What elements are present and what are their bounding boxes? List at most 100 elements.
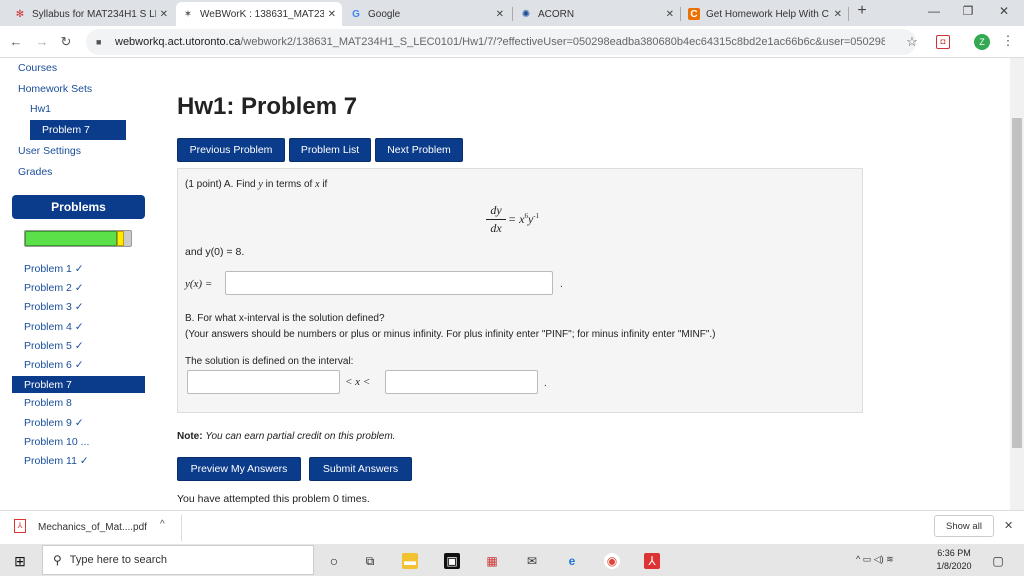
- sidebar-problem-link[interactable]: Problem 3 ✓: [24, 301, 84, 313]
- download-bar: ⅄ Mechanics_of_Mat....pdf ^ Show all ✕: [0, 510, 1024, 544]
- period: .: [560, 279, 563, 290]
- sidebar-problem-link[interactable]: Problem 8: [24, 397, 72, 409]
- sidebar-problem-link[interactable]: Problem 11 ✓: [24, 455, 89, 467]
- tray-icons[interactable]: ^ ▭ ◁) ≋: [856, 554, 894, 565]
- pdf-icon: ⅄: [14, 519, 26, 533]
- vertical-scrollbar[interactable]: [1010, 58, 1024, 510]
- chegg-icon: C: [688, 8, 700, 20]
- file-explorer-icon[interactable]: ▬: [402, 553, 418, 569]
- close-window-icon[interactable]: ✕: [994, 4, 1014, 18]
- sidebar-problem-link[interactable]: Problem 5 ✓: [24, 340, 84, 352]
- progress-bar: [24, 230, 132, 247]
- sidebar-item-grades[interactable]: Grades: [18, 166, 52, 178]
- chrome-icon[interactable]: ◉: [604, 553, 620, 569]
- download-filename[interactable]: Mechanics_of_Mat....pdf: [38, 522, 147, 533]
- extension-icon[interactable]: ◘: [936, 35, 950, 49]
- minimize-icon[interactable]: —: [924, 4, 944, 18]
- windows-start-icon[interactable]: ⊞: [12, 553, 28, 569]
- sidebar-item-problem7[interactable]: Problem 7: [30, 120, 126, 140]
- forward-icon[interactable]: →: [34, 34, 50, 49]
- mail-icon[interactable]: ✉: [524, 553, 540, 569]
- close-download-bar-icon[interactable]: ✕: [1004, 519, 1013, 532]
- google-icon: G: [352, 8, 360, 20]
- url-path: /webwork2/138631_MAT234H1_S_LEC0101/Hw1/…: [240, 36, 885, 48]
- previous-problem-button[interactable]: Previous Problem: [177, 138, 285, 162]
- answer-label: y(x) =: [185, 278, 213, 290]
- sidebar-problem-link[interactable]: Problem 1 ✓: [24, 263, 84, 275]
- progress-correct: [25, 231, 118, 246]
- back-icon[interactable]: ←: [8, 34, 24, 49]
- close-icon[interactable]: ✕: [324, 9, 336, 20]
- reload-icon[interactable]: ↻: [58, 34, 74, 50]
- tab-chegg[interactable]: C Get Homework Help With C ✕: [682, 2, 848, 26]
- tab-google[interactable]: G Google ✕: [344, 2, 510, 26]
- page-title: Hw1: Problem 7: [177, 93, 358, 120]
- close-icon[interactable]: ✕: [830, 9, 842, 20]
- app-icon[interactable]: ▦: [484, 553, 500, 569]
- sidebar-item-courses[interactable]: Courses: [18, 62, 57, 74]
- address-bar[interactable]: ■ webworkq.act.utoronto.ca/webwork2/1386…: [86, 29, 916, 55]
- scrollbar-thumb[interactable]: [1012, 118, 1022, 448]
- tab-divider: [848, 7, 849, 21]
- url-host: webworkq.act.utoronto.ca: [115, 36, 241, 48]
- show-all-button[interactable]: Show all: [934, 515, 994, 537]
- sidebar-problem-link[interactable]: Problem 7: [12, 376, 145, 394]
- sidebar-item-hw1[interactable]: Hw1: [30, 103, 51, 115]
- star-icon[interactable]: ☆: [904, 34, 920, 50]
- interval-inequality: < x <: [345, 376, 371, 388]
- new-tab-button[interactable]: +: [852, 2, 872, 20]
- taskbar: ⊞ ⚲ Type here to search ○ ⧉ ▬ ▣ ▦ ✉ e ◉ ⅄…: [0, 544, 1024, 576]
- attempts-text: You have attempted this problem 0 times.: [177, 493, 370, 505]
- problem-list-button[interactable]: Problem List: [289, 138, 371, 162]
- edge-icon[interactable]: e: [564, 553, 580, 569]
- tab-strip: ✻ Syllabus for MAT234H1 S LE ✕ ✶ WeBWorK…: [0, 0, 1024, 26]
- interval-left-input[interactable]: [187, 370, 340, 394]
- problems-heading: Problems: [12, 195, 145, 219]
- address-row: ← → ↻ ■ webworkq.act.utoronto.ca/webwork…: [0, 26, 1024, 58]
- sidebar-problem-link[interactable]: Problem 4 ✓: [24, 321, 84, 333]
- tab-acorn[interactable]: ✺ ACORN ✕: [514, 2, 680, 26]
- sidebar-problem-link[interactable]: Problem 9 ✓: [24, 417, 84, 429]
- sidebar-problem-link[interactable]: Problem 6 ✓: [24, 359, 84, 371]
- tab-divider: [512, 7, 513, 21]
- answer-input-yx[interactable]: [225, 271, 553, 295]
- period: .: [544, 378, 547, 389]
- clock[interactable]: 6:36 PM 1/8/2020: [932, 548, 976, 571]
- close-icon[interactable]: ✕: [662, 9, 674, 20]
- webwork-icon: ✶: [183, 8, 193, 20]
- problem-intro: (1 point) A. Find y in terms of x if: [185, 179, 328, 190]
- partial-credit-note: Note: You can earn partial credit on thi…: [177, 431, 396, 442]
- chevron-up-icon[interactable]: ^: [160, 519, 165, 530]
- progress-partial: [117, 231, 124, 246]
- menu-icon[interactable]: ⋮: [1000, 33, 1016, 49]
- profile-avatar[interactable]: Z: [974, 34, 990, 50]
- sidebar-problem-link[interactable]: Problem 2 ✓: [24, 282, 84, 294]
- taskbar-search[interactable]: ⚲ Type here to search: [42, 545, 314, 575]
- cortana-icon[interactable]: ○: [326, 553, 342, 569]
- notification-icon[interactable]: ▢: [990, 553, 1006, 569]
- search-icon: ⚲: [53, 553, 62, 567]
- task-view-icon[interactable]: ⧉: [362, 553, 378, 569]
- tab-syllabus[interactable]: ✻ Syllabus for MAT234H1 S LE ✕: [8, 2, 174, 26]
- divider: [181, 515, 182, 541]
- tab-webwork[interactable]: ✶ WeBWorK : 138631_MAT234 ✕: [176, 2, 342, 26]
- submit-answers-button[interactable]: Submit Answers: [309, 457, 412, 481]
- sidebar-problem-link[interactable]: Problem 10 ...: [24, 436, 89, 448]
- snowflake-icon: ✻: [15, 8, 25, 20]
- lock-icon: ■: [96, 37, 102, 47]
- derivative-fraction: dy dx: [486, 203, 506, 236]
- part-b-instructions: (Your answers should be numbers or plus …: [185, 329, 716, 340]
- sidebar-item-user-settings[interactable]: User Settings: [18, 145, 81, 157]
- close-icon[interactable]: ✕: [156, 9, 168, 20]
- next-problem-button[interactable]: Next Problem: [375, 138, 463, 162]
- acrobat-icon[interactable]: ⅄: [644, 553, 660, 569]
- initial-condition: and y(0) = 8.: [185, 246, 245, 258]
- restore-icon[interactable]: ❐: [958, 4, 978, 18]
- interval-right-input[interactable]: [385, 370, 538, 394]
- close-icon[interactable]: ✕: [492, 9, 504, 20]
- differential-equation-rhs: = x6y-1: [508, 212, 540, 226]
- acorn-icon: ✺: [521, 8, 531, 20]
- store-icon[interactable]: ▣: [444, 553, 460, 569]
- preview-answers-button[interactable]: Preview My Answers: [177, 457, 301, 481]
- sidebar-item-homework-sets[interactable]: Homework Sets: [18, 83, 92, 95]
